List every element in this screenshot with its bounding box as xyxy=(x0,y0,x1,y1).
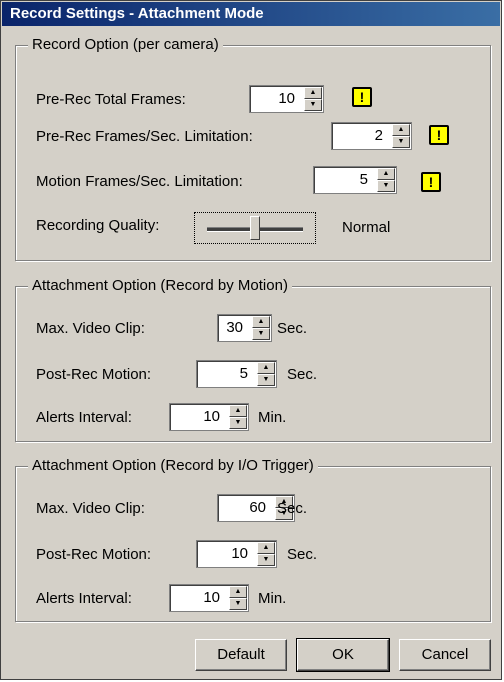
slider-thumb[interactable] xyxy=(250,216,260,240)
alerts-interval-unit: Min. xyxy=(258,590,287,607)
pre-rec-total-frames-stepper[interactable]: 10 ▲ ▼ xyxy=(249,85,324,113)
alerts-interval-label: Alerts Interval: xyxy=(36,590,132,607)
max-video-clip-unit: Sec. xyxy=(277,320,308,337)
cancel-button[interactable]: Cancel xyxy=(399,639,491,671)
spin-down-icon[interactable]: ▼ xyxy=(257,374,275,386)
spin-up-icon[interactable]: ▲ xyxy=(229,405,247,417)
alerts-interval-stepper[interactable]: 10 ▲ ▼ xyxy=(169,403,249,431)
spin-down-icon[interactable]: ▼ xyxy=(229,598,247,610)
attachment-io-title: Attachment Option (Record by I/O Trigger… xyxy=(28,457,318,475)
motion-fps-stepper[interactable]: 5 ▲ ▼ xyxy=(313,166,397,194)
spin-up-icon[interactable]: ▲ xyxy=(252,316,270,328)
pre-rec-fps-label: Pre-Rec Frames/Sec. Limitation: xyxy=(36,128,253,145)
motion-fps-value[interactable]: 5 xyxy=(318,167,374,193)
default-button[interactable]: Default xyxy=(195,639,287,671)
post-rec-motion-label: Post-Rec Motion: xyxy=(36,546,152,563)
recording-quality-value: Normal xyxy=(342,219,391,236)
pre-rec-total-frames-value[interactable]: 10 xyxy=(254,86,301,112)
warning-icon[interactable]: ! xyxy=(429,125,449,145)
window-title: Record Settings - Attachment Mode xyxy=(2,2,500,26)
alerts-interval-unit: Min. xyxy=(258,409,287,426)
post-rec-motion-value[interactable]: 5 xyxy=(201,361,254,387)
spin-up-icon[interactable]: ▲ xyxy=(257,542,275,554)
attachment-motion-title: Attachment Option (Record by Motion) xyxy=(28,277,292,295)
spin-down-icon[interactable]: ▼ xyxy=(377,180,395,192)
max-video-clip-stepper[interactable]: 30 ▲ ▼ xyxy=(217,314,272,342)
spin-down-icon[interactable]: ▼ xyxy=(229,417,247,429)
ok-button[interactable]: OK xyxy=(296,638,390,672)
recording-quality-label: Recording Quality: xyxy=(36,217,160,234)
max-video-clip-label: Max. Video Clip: xyxy=(36,320,145,337)
max-video-clip-label: Max. Video Clip: xyxy=(36,500,145,517)
post-rec-motion-unit: Sec. xyxy=(287,366,318,383)
recording-quality-slider[interactable] xyxy=(194,212,316,244)
alerts-interval-value[interactable]: 10 xyxy=(174,404,226,430)
pre-rec-total-frames-label: Pre-Rec Total Frames: xyxy=(36,91,186,108)
post-rec-motion-value[interactable]: 10 xyxy=(201,541,254,567)
pre-rec-fps-value[interactable]: 2 xyxy=(336,123,389,149)
post-rec-motion-label: Post-Rec Motion: xyxy=(36,366,152,383)
spin-up-icon[interactable]: ▲ xyxy=(304,87,322,99)
spin-up-icon[interactable]: ▲ xyxy=(257,362,275,374)
alerts-interval-label: Alerts Interval: xyxy=(36,409,132,426)
spin-up-icon[interactable]: ▲ xyxy=(229,586,247,598)
alerts-interval-value[interactable]: 10 xyxy=(174,585,226,611)
spin-up-icon[interactable]: ▲ xyxy=(377,168,395,180)
warning-icon[interactable]: ! xyxy=(421,172,441,192)
post-rec-motion-stepper[interactable]: 10 ▲ ▼ xyxy=(196,540,277,568)
max-video-clip-value[interactable]: 60 xyxy=(222,495,272,521)
spin-down-icon[interactable]: ▼ xyxy=(392,136,410,148)
post-rec-motion-unit: Sec. xyxy=(287,546,318,563)
spin-down-icon[interactable]: ▼ xyxy=(257,554,275,566)
spin-down-icon[interactable]: ▼ xyxy=(304,99,322,111)
alerts-interval-stepper[interactable]: 10 ▲ ▼ xyxy=(169,584,249,612)
motion-fps-label: Motion Frames/Sec. Limitation: xyxy=(36,173,243,190)
record-option-title: Record Option (per camera) xyxy=(28,36,223,54)
spin-down-icon[interactable]: ▼ xyxy=(252,328,270,340)
max-video-clip-value[interactable]: 30 xyxy=(222,315,249,341)
spin-up-icon[interactable]: ▲ xyxy=(392,124,410,136)
post-rec-motion-stepper[interactable]: 5 ▲ ▼ xyxy=(196,360,277,388)
pre-rec-fps-stepper[interactable]: 2 ▲ ▼ xyxy=(331,122,412,150)
warning-icon[interactable]: ! xyxy=(352,87,372,107)
record-settings-dialog: Record Settings - Attachment Mode Record… xyxy=(0,0,502,680)
max-video-clip-unit: Sec. xyxy=(277,500,308,517)
